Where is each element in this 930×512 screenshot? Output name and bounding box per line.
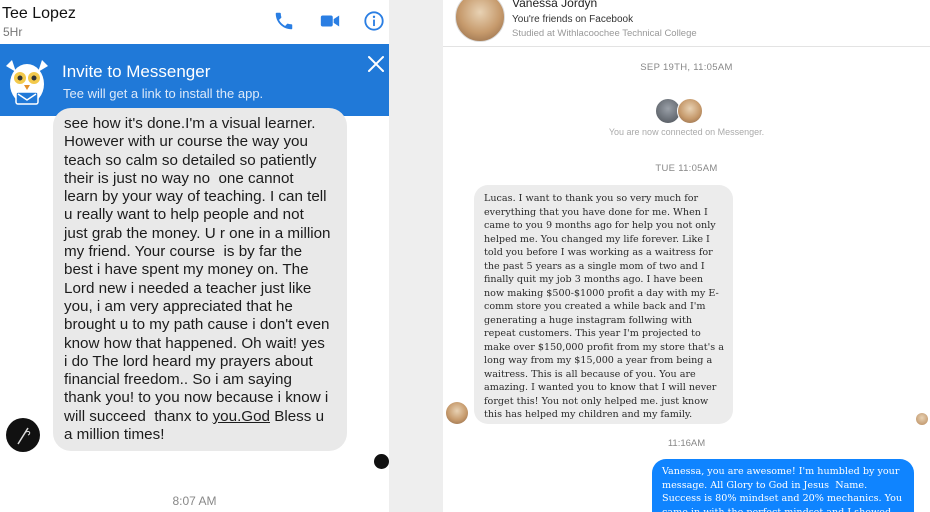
close-icon[interactable]: [366, 54, 386, 74]
left-conversation-pane: Tee Lopez 5Hr Invite to Messenger Tee wi…: [0, 0, 389, 512]
info-icon[interactable]: [363, 10, 385, 32]
connected-avatar-contact: [677, 98, 703, 124]
contact-name[interactable]: Tee Lopez: [2, 5, 76, 23]
phone-icon[interactable]: [273, 10, 295, 32]
education-info: Studied at Withlacoochee Technical Colle…: [512, 28, 697, 39]
invite-banner[interactable]: Invite to Messenger Tee will get a link …: [0, 44, 389, 116]
message-link[interactable]: you.God: [213, 408, 270, 425]
seen-receipt-avatar: [374, 454, 389, 469]
incoming-message-text: Lucas. I want to thank you so very much …: [484, 193, 724, 420]
seen-receipt-avatar: [916, 413, 928, 425]
last-active-status: 5Hr: [3, 25, 23, 39]
contact-avatar[interactable]: [455, 0, 505, 42]
message-timestamp: 8:07 AM: [172, 494, 217, 508]
date-separator: SEP 19TH, 11:05AM: [640, 62, 733, 73]
divider-gap: [389, 0, 443, 512]
date-separator: TUE 11:05AM: [655, 163, 718, 174]
invite-title: Invite to Messenger: [62, 62, 211, 81]
conversation-header: Tee Lopez 5Hr: [0, 0, 389, 44]
invite-subtitle: Tee will get a link to install the app.: [63, 86, 264, 101]
incoming-message-text: see how it's done.I'm a visual learner. …: [64, 115, 331, 444]
friendship-status: You're friends on Facebook: [512, 14, 634, 25]
messenger-owl-logo: [6, 60, 48, 105]
time-separator: 11:16AM: [667, 438, 706, 449]
sender-avatar[interactable]: [446, 402, 468, 424]
video-camera-icon[interactable]: [319, 10, 341, 32]
right-conversation-pane: Vanessa Jordyn You're friends on Faceboo…: [443, 0, 930, 512]
sender-avatar[interactable]: [6, 418, 40, 452]
connected-notice: You are now connected on Messenger.: [608, 127, 765, 137]
header-divider: [443, 46, 930, 47]
contact-name[interactable]: Vanessa Jordyn: [512, 0, 597, 10]
outgoing-message-text: Vanessa, you are awesome! I'm humbled by…: [662, 466, 903, 512]
